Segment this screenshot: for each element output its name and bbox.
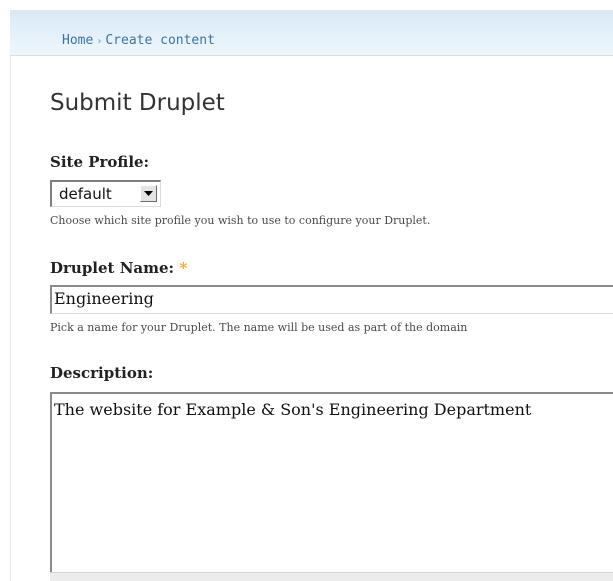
dropdown-arrow-icon[interactable] — [140, 185, 157, 202]
required-marker: * — [179, 259, 188, 277]
description-label: Description: — [50, 364, 154, 382]
site-profile-label: Site Profile: — [50, 153, 150, 171]
page-title: Submit Druplet — [50, 90, 225, 116]
breadcrumb-home-link[interactable]: Home — [62, 33, 93, 48]
druplet-name-help-text: Pick a name for your Druplet. The name w… — [50, 321, 468, 334]
site-profile-selected-value: default — [59, 185, 112, 203]
druplet-name-input[interactable]: Engineering — [50, 285, 613, 314]
breadcrumb-create-content-link[interactable]: Create content — [105, 33, 215, 48]
druplet-name-label: Druplet Name: * — [50, 259, 187, 277]
textarea-resize-grip[interactable] — [50, 572, 613, 581]
breadcrumb-bar: Home › Create content — [10, 10, 613, 56]
content-left-border — [10, 56, 11, 581]
top-strip — [0, 0, 613, 10]
breadcrumb-separator: › — [96, 36, 103, 47]
page: Home › Create content Submit Druplet Site … — [0, 0, 613, 581]
description-textarea[interactable]: The website for Example & Son's Engineer… — [50, 392, 613, 573]
chevron-down-icon — [144, 191, 153, 196]
site-profile-help-text: Choose which site profile you wish to us… — [50, 214, 431, 227]
breadcrumb: Home › Create content — [62, 33, 215, 48]
site-profile-select[interactable]: default — [50, 180, 161, 207]
druplet-name-label-text: Druplet Name: — [50, 259, 175, 277]
